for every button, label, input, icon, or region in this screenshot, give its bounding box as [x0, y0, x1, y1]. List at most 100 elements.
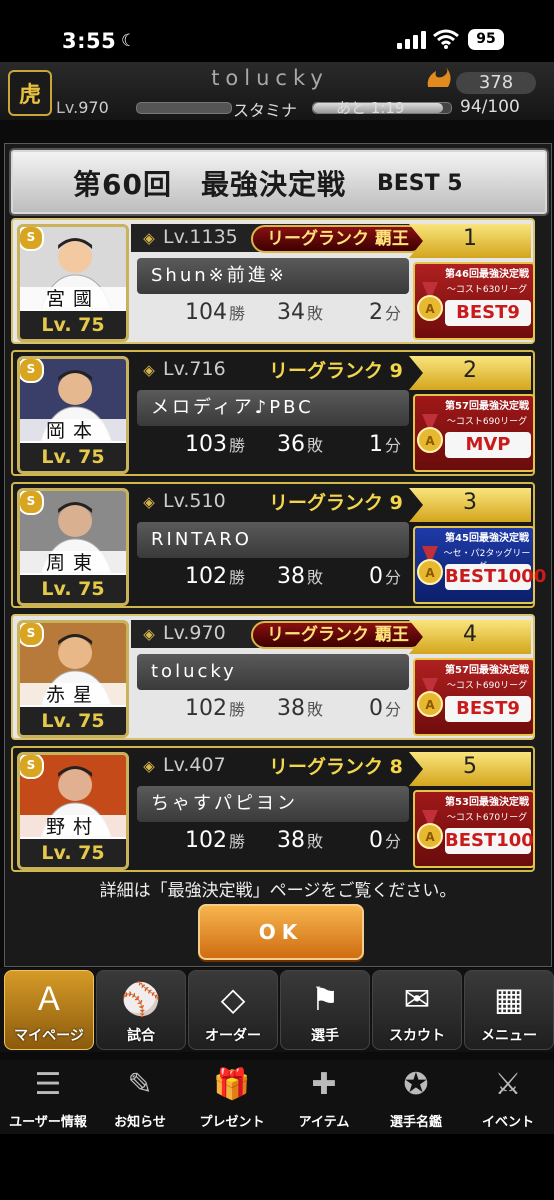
- win-loss-record: 104 勝 34 敗 2分: [133, 300, 413, 334]
- draws: 0分: [369, 564, 402, 589]
- player-name: tolucky: [137, 654, 409, 690]
- medal-icon: A: [417, 546, 443, 585]
- player-name: ちゃすパピヨン: [137, 786, 409, 822]
- rank-number: 5: [463, 754, 477, 779]
- player-info-band: ◈ Lv.716 リーグランク 9: [131, 356, 411, 384]
- wins: 104 勝: [185, 300, 246, 325]
- user-info-icon: ☰: [34, 1067, 62, 1102]
- nav-label: オーダー: [205, 1028, 261, 1044]
- ranking-card[interactable]: S 岡本 Lv. 75 ◈ Lv.716 リーグランク 9 2 メロディア♪PB…: [11, 350, 535, 476]
- nav-item[interactable]: ▦ メニュー: [464, 970, 554, 1050]
- team-emblem-icon: ◈: [143, 361, 155, 379]
- title-banner: 第60回 最強決定戦 BEST 5: [11, 150, 547, 214]
- ranking-card[interactable]: S 赤星 Lv. 75 ◈ Lv.970 リーグランク 覇王 4 tolucky…: [11, 614, 535, 740]
- status-time: 3:55: [62, 29, 117, 53]
- player-book-icon: ✪: [403, 1067, 429, 1102]
- rarity-badge: S: [20, 623, 44, 647]
- rank-number: 4: [463, 622, 477, 647]
- notice-icon: ✎: [127, 1067, 153, 1102]
- player-portrait[interactable]: S 赤星 Lv. 75: [17, 620, 129, 738]
- portrait-level: Lv. 75: [20, 443, 126, 471]
- team-emblem-icon: ◈: [143, 625, 155, 643]
- ranking-card[interactable]: S 周東 Lv. 75 ◈ Lv.510 リーグランク 9 3 RINTARO …: [11, 482, 546, 608]
- player-level: Lv.716: [163, 358, 226, 380]
- portrait-name: 岡本: [20, 419, 126, 443]
- team-emblem-icon: ◈: [143, 757, 155, 775]
- player-icon: ⚑: [310, 980, 340, 1018]
- title-medal[interactable]: A 第57回最強決定戦 ～コスト690リーグ～ BEST9: [413, 658, 535, 736]
- svg-text:A: A: [425, 434, 435, 448]
- home-indicator: [0, 1134, 554, 1200]
- nav-item[interactable]: ⚑ 選手: [280, 970, 370, 1050]
- player-level: Lv.1135: [163, 226, 238, 248]
- sub-nav-item[interactable]: ✚ アイテム: [280, 1062, 368, 1132]
- title-medal[interactable]: A 第46回最強決定戦 ～コスト630リーグ～ BEST9: [413, 262, 535, 340]
- nav-label: メニュー: [481, 1028, 537, 1044]
- player-name: メロディア♪PBC: [137, 390, 409, 426]
- title-medal[interactable]: A 第57回最強決定戦 ～コスト690リーグ～ MVP: [413, 394, 535, 472]
- stadium-icon: ⚾: [121, 980, 161, 1018]
- nav-item[interactable]: ⚾ 試合: [96, 970, 186, 1050]
- league-rank: リーグランク 8: [269, 756, 403, 778]
- ranking-card[interactable]: S 宮國 Lv. 75 ◈ Lv.1135 リーグランク 覇王 1 Shun※前…: [11, 218, 535, 344]
- nav-item[interactable]: ✉ スカウト: [372, 970, 462, 1050]
- player-info-band: ◈ Lv.1135 リーグランク 覇王: [131, 224, 425, 253]
- svg-text:A: A: [425, 830, 435, 844]
- medal-result: BEST1000: [445, 564, 546, 590]
- dialog-best-label: BEST 5: [377, 171, 463, 196]
- cost-value: 378: [456, 72, 536, 94]
- win-loss-record: 102 勝 38 敗 0分: [133, 564, 413, 598]
- player-name: Shun※前進※: [137, 258, 409, 294]
- sub-nav-item[interactable]: ☰ ユーザー情報: [4, 1062, 92, 1132]
- sub-nav: ☰ ユーザー情報 ✎ お知らせ 🎁 プレゼント ✚ アイテム ✪ 選手名鑑 ⚔ イベント: [0, 1060, 554, 1134]
- wins: 102 勝: [185, 696, 246, 721]
- league-rank: リーグランク 9: [269, 360, 403, 382]
- nav-item[interactable]: ◇ オーダー: [188, 970, 278, 1050]
- sub-nav-item[interactable]: ✎ お知らせ: [96, 1062, 184, 1132]
- ok-button[interactable]: OK: [198, 904, 364, 960]
- title-medal[interactable]: A 第53回最強決定戦 ～コスト670リーグ～ BEST100: [413, 790, 535, 868]
- team-logo-icon[interactable]: 虎: [8, 70, 52, 116]
- scout-book-icon: ✉: [403, 980, 431, 1018]
- sub-nav-label: プレゼント: [199, 1115, 265, 1130]
- flame-icon: [427, 67, 451, 87]
- sub-nav-label: 選手名鑑: [389, 1115, 442, 1130]
- medal-title: 第45回最強決定戦: [445, 533, 529, 544]
- win-loss-record: 103 勝 36 敗 1分: [133, 432, 413, 466]
- title-medal[interactable]: A 第45回最強決定戦 ～セ・パ2タッグリーグ～ BEST1000: [413, 526, 546, 604]
- moon-icon: ☾: [121, 31, 137, 51]
- sub-nav-item[interactable]: ⚔ イベント: [464, 1062, 552, 1132]
- player-portrait[interactable]: S 岡本 Lv. 75: [17, 356, 129, 474]
- stamina-recover-time: あと 1:19: [336, 99, 405, 117]
- portrait-name: 宮國: [20, 287, 126, 311]
- portrait-level: Lv. 75: [20, 575, 126, 603]
- player-level: Lv.407: [163, 754, 226, 776]
- rarity-badge: S: [20, 227, 44, 251]
- player-portrait[interactable]: S 周東 Lv. 75: [17, 488, 129, 606]
- rarity-badge: S: [20, 359, 44, 383]
- ranking-card[interactable]: S 野村 Lv. 75 ◈ Lv.407 リーグランク 8 5 ちゃすパピヨン …: [11, 746, 535, 872]
- sub-nav-item[interactable]: ✪ 選手名鑑: [372, 1062, 460, 1132]
- medal-result: BEST9: [445, 300, 531, 326]
- player-info-band: ◈ Lv.407 リーグランク 8: [131, 752, 411, 780]
- item-icon: ✚: [311, 1067, 337, 1102]
- svg-text:A: A: [425, 698, 435, 712]
- rank-number: 2: [463, 358, 477, 383]
- ranking-dialog: 第60回 最強決定戦 BEST 5 S 宮國 Lv. 75 ◈ Lv.1135 …: [4, 143, 552, 967]
- event-icon: ⚔: [494, 1067, 522, 1102]
- win-loss-record: 102 勝 38 敗 0分: [133, 696, 413, 730]
- main-nav: Ａ マイページ ⚾ 試合 ◇ オーダー ⚑ 選手 ✉ スカウト ▦ メニュー: [0, 968, 554, 1052]
- nav-label: スカウト: [389, 1028, 445, 1044]
- sub-nav-label: アイテム: [298, 1115, 350, 1130]
- player-portrait[interactable]: S 宮國 Lv. 75: [17, 224, 129, 342]
- sub-nav-item[interactable]: 🎁 プレゼント: [188, 1062, 276, 1132]
- signal-icon: [397, 31, 427, 49]
- exp-bar: [136, 102, 232, 114]
- dialog-title: 第60回 最強決定戦: [73, 168, 346, 201]
- portrait-level: Lv. 75: [20, 311, 126, 339]
- team-emblem-icon: ◈: [143, 229, 155, 247]
- player-portrait[interactable]: S 野村 Lv. 75: [17, 752, 129, 870]
- sub-nav-label: ユーザー情報: [9, 1115, 87, 1130]
- nav-item[interactable]: Ａ マイページ: [4, 970, 94, 1050]
- league-rank: リーグランク 覇王: [251, 225, 425, 253]
